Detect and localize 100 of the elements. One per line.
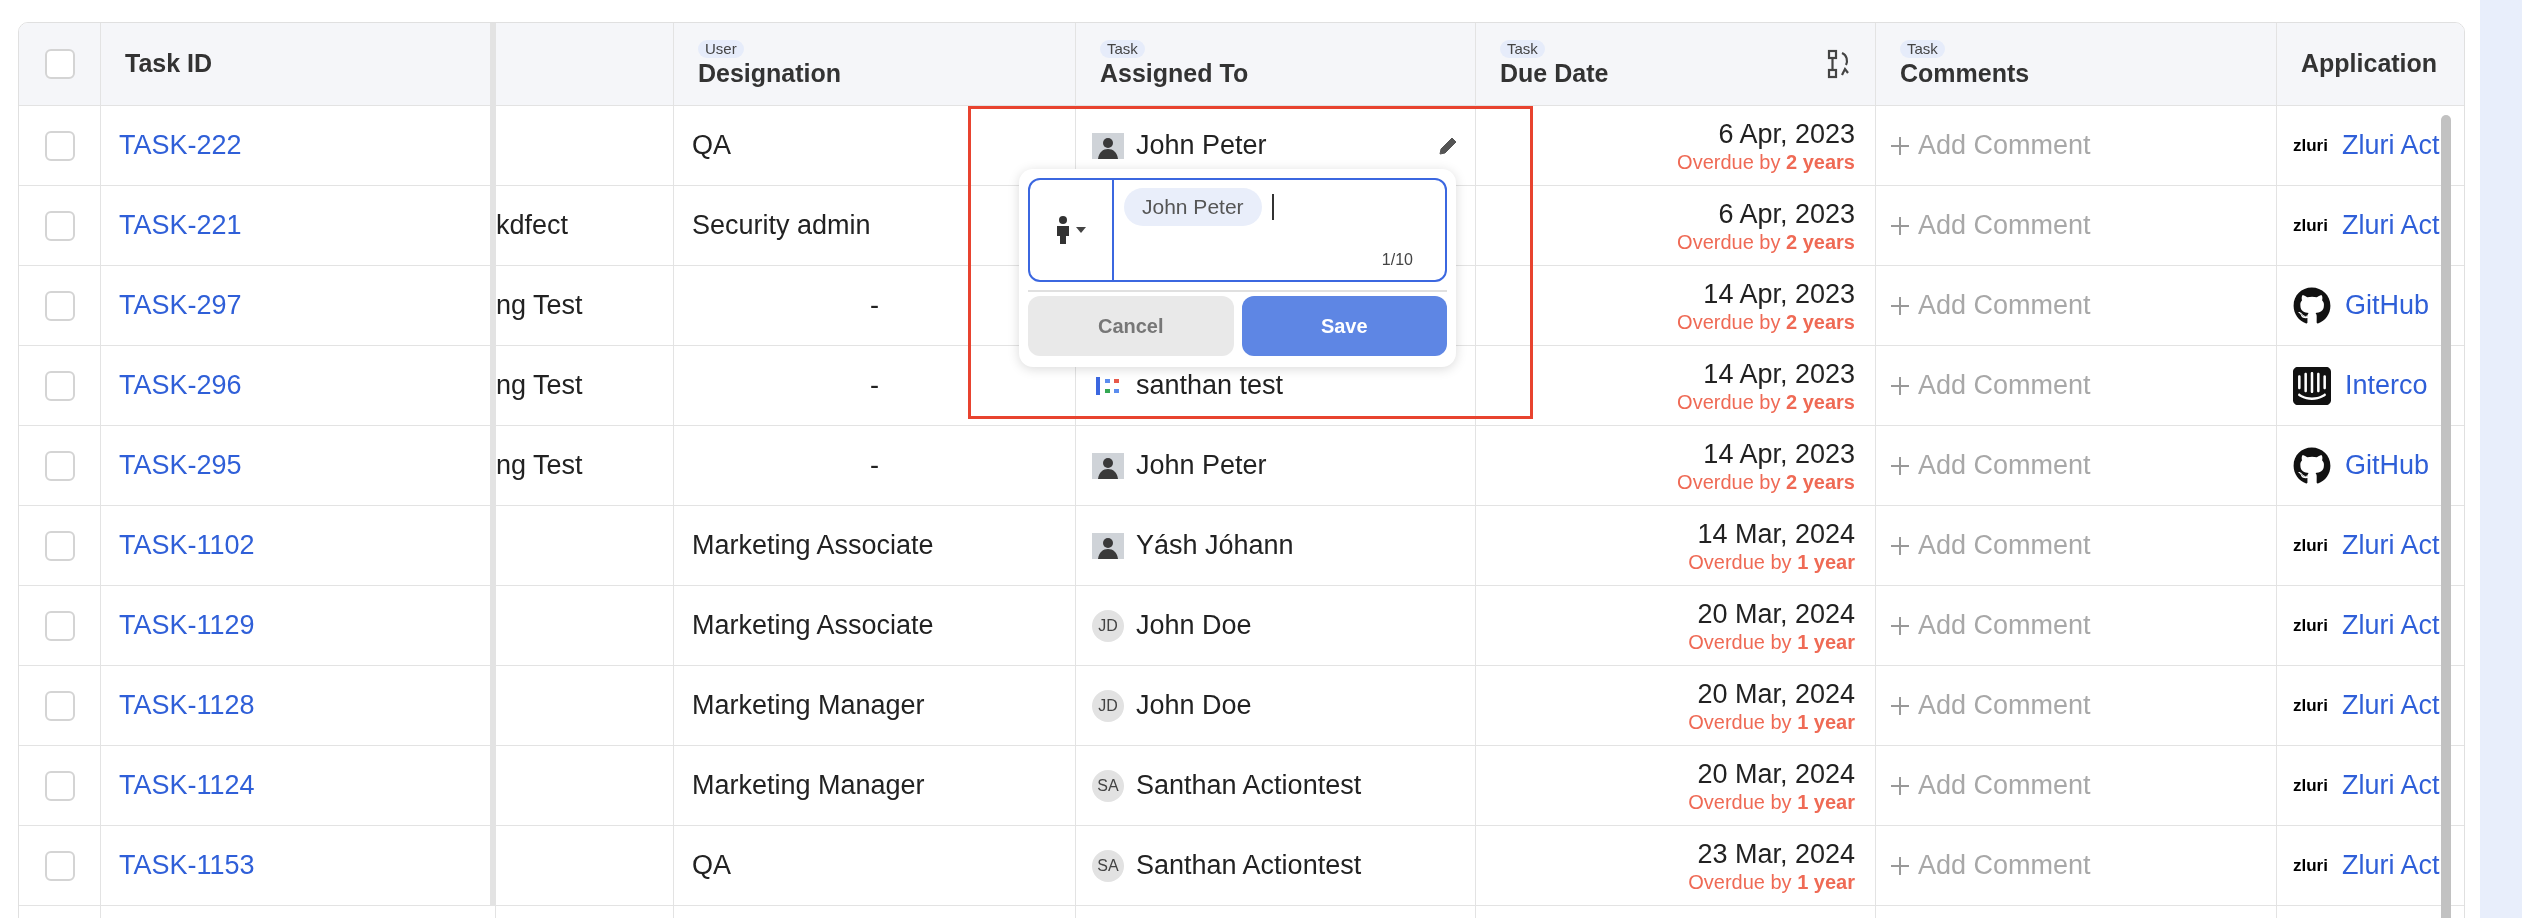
table-cell-text: Security admin <box>692 209 871 243</box>
table-cell-text: ng Test <box>496 289 583 323</box>
app-logo-icon <box>2293 286 2331 325</box>
task-link[interactable]: TASK-222 <box>119 125 242 166</box>
column-header[interactable]: Assigned To <box>1100 58 1451 88</box>
checkbox[interactable] <box>44 210 75 241</box>
app-link[interactable]: Zluri Act <box>2341 125 2440 166</box>
due-date: 23 Mar, 2024 <box>1697 837 1855 870</box>
table-row[interactable]: TASK-295 ng Test - John Peter 14 Apr, 2023 Overdue by 2 years Add Comment GitHub <box>19 426 2464 506</box>
task-link[interactable]: TASK-297 <box>119 285 242 326</box>
app-link[interactable]: Zluri Act <box>2341 525 2440 566</box>
column-header[interactable]: Due Date <box>1500 58 1609 88</box>
table-row[interactable]: TASK-1124 Marketing Manager SA Santhan Actiontest 20 Mar, 2024 Overdue by 1 year Add Comment zluri Zluri Act <box>19 746 2464 826</box>
app-logo: zluri <box>2293 135 2328 156</box>
task-link[interactable]: TASK-1124 <box>119 765 255 806</box>
table-row[interactable]: TASK-296 ng Test - santhan test 14 Apr, 2023 Overdue by 2 years Add Comment Interco <box>19 346 2464 426</box>
avatar: JD <box>1092 609 1124 642</box>
table-row[interactable]: TASK-1102 Marketing Associate Yásh Jóhann 14 Mar, 2024 Overdue by 1 year Add Comment zluri Zluri Act <box>19 506 2464 586</box>
app-logo: zluri <box>2293 215 2328 236</box>
due-date: 6 Apr, 2023 <box>1718 197 1855 230</box>
table-row[interactable]: TASK-1129 Marketing Associate JD John Doe 20 Mar, 2024 Overdue by 1 year Add Comment zluri Zluri Act <box>19 586 2464 666</box>
checkbox[interactable] <box>44 610 75 641</box>
avatar-icon <box>1092 452 1124 479</box>
plus-icon <box>1890 375 1910 396</box>
task-link[interactable]: TASK-1128 <box>119 685 255 726</box>
overdue-text: Overdue by 2 years <box>1677 389 1855 414</box>
checkbox[interactable] <box>44 850 75 881</box>
app-link[interactable]: Zluri Act <box>2341 765 2440 806</box>
due-date: 14 Apr, 2023 <box>1703 437 1855 470</box>
cancel-button[interactable]: Cancel <box>1028 296 1234 356</box>
plus-icon <box>1890 455 1910 476</box>
table-row[interactable]: TASK-222 QA John Peter 6 Apr, 2023 Overdue by 2 years Add Comment zluri Zluri Act <box>19 106 2464 186</box>
task-link[interactable]: TASK-1153 <box>119 845 255 886</box>
assignee-name: John Doe <box>1136 689 1252 723</box>
plus-icon <box>1890 775 1910 796</box>
app-link[interactable]: GitHub <box>2345 285 2430 326</box>
checkbox[interactable] <box>44 49 75 79</box>
assignee-name: Santhan Actiontest <box>1136 849 1362 883</box>
sort-icon[interactable] <box>1827 49 1851 79</box>
app-link[interactable]: Zluri Act <box>2341 605 2440 646</box>
column-header[interactable]: Designation <box>698 58 1051 88</box>
plus-icon <box>1890 695 1910 716</box>
table-cell-text: ng Test <box>496 369 583 403</box>
overdue-text: Overdue by 2 years <box>1677 149 1855 174</box>
checkbox[interactable] <box>44 530 75 561</box>
table-cell-text: QA <box>692 129 731 163</box>
avatar-icon <box>1092 532 1124 559</box>
overdue-text: Overdue by 1 year <box>1688 869 1855 894</box>
checkbox[interactable] <box>44 290 75 321</box>
app-link[interactable]: GitHub <box>2345 445 2430 486</box>
due-date: 14 Apr, 2023 <box>1703 277 1855 310</box>
scrollbar[interactable] <box>2441 115 2451 918</box>
table-cell-text: Marketing Manager <box>692 769 925 803</box>
plus-icon <box>1890 535 1910 556</box>
table-cell-text: kdfect <box>496 209 569 243</box>
task-link[interactable]: TASK-1102 <box>119 525 255 566</box>
overdue-text: Overdue by 1 year <box>1688 549 1855 574</box>
app-logo-icon <box>2293 446 2331 485</box>
avatar: JD <box>1092 689 1124 722</box>
column-header[interactable]: Comments <box>1900 58 2252 88</box>
overdue-text: Overdue by 2 years <box>1677 469 1855 494</box>
app-link[interactable]: Zluri Act <box>2341 205 2440 246</box>
checkbox[interactable] <box>44 770 75 801</box>
column-header[interactable]: Application <box>2301 45 2438 83</box>
table-row[interactable]: TASK-1153 QA SA Santhan Actiontest 23 Mar, 2024 Overdue by 1 year Add Comment zluri Zluri Act <box>19 826 2464 906</box>
column-tag: Task <box>1900 40 1945 58</box>
table-cell-text: Marketing Associate <box>692 609 934 643</box>
due-date: 6 Apr, 2023 <box>1718 117 1855 150</box>
overdue-text: Overdue by 1 year <box>1688 789 1855 814</box>
avatar-icon <box>1096 376 1119 395</box>
table-row[interactable]: TASK-1128 Marketing Manager JD John Doe 20 Mar, 2024 Overdue by 1 year Add Comment zluri Zluri Act <box>19 666 2464 746</box>
overdue-text: Overdue by 1 year <box>1688 629 1855 654</box>
avatar-icon <box>1092 132 1124 159</box>
column-tag: Task <box>1100 40 1145 58</box>
app-logo: zluri <box>2293 855 2328 876</box>
app-link[interactable]: Zluri Act <box>2341 685 2440 726</box>
assignee-name: John Peter <box>1136 449 1267 483</box>
save-button[interactable]: Save <box>1241 296 1447 356</box>
checkbox[interactable] <box>44 130 75 161</box>
table-cell-text: ng Test <box>496 449 583 483</box>
app-logo-icon <box>2293 366 2331 405</box>
plus-icon <box>1890 215 1910 236</box>
overdue-text: Overdue by 2 years <box>1677 309 1855 334</box>
task-link[interactable]: TASK-221 <box>119 205 242 246</box>
table-cell-text: Marketing Manager <box>692 689 925 723</box>
column-header[interactable]: Task ID <box>125 45 466 83</box>
checkbox[interactable] <box>44 450 75 481</box>
column-tag: Task <box>1500 40 1545 58</box>
plus-icon <box>1890 855 1910 876</box>
app-logo: zluri <box>2293 695 2328 716</box>
app-link[interactable]: Zluri Act <box>2341 845 2440 886</box>
table-cell-text: Marketing Associate <box>692 529 934 563</box>
due-date: 20 Mar, 2024 <box>1697 757 1855 790</box>
app-link[interactable]: Interco <box>2345 365 2428 406</box>
task-link[interactable]: TASK-1129 <box>119 605 255 646</box>
task-link[interactable]: TASK-296 <box>119 365 242 406</box>
checkbox[interactable] <box>44 370 75 401</box>
checkbox[interactable] <box>44 690 75 721</box>
task-link[interactable]: TASK-295 <box>119 445 242 486</box>
table-cell-text: - <box>870 449 879 483</box>
